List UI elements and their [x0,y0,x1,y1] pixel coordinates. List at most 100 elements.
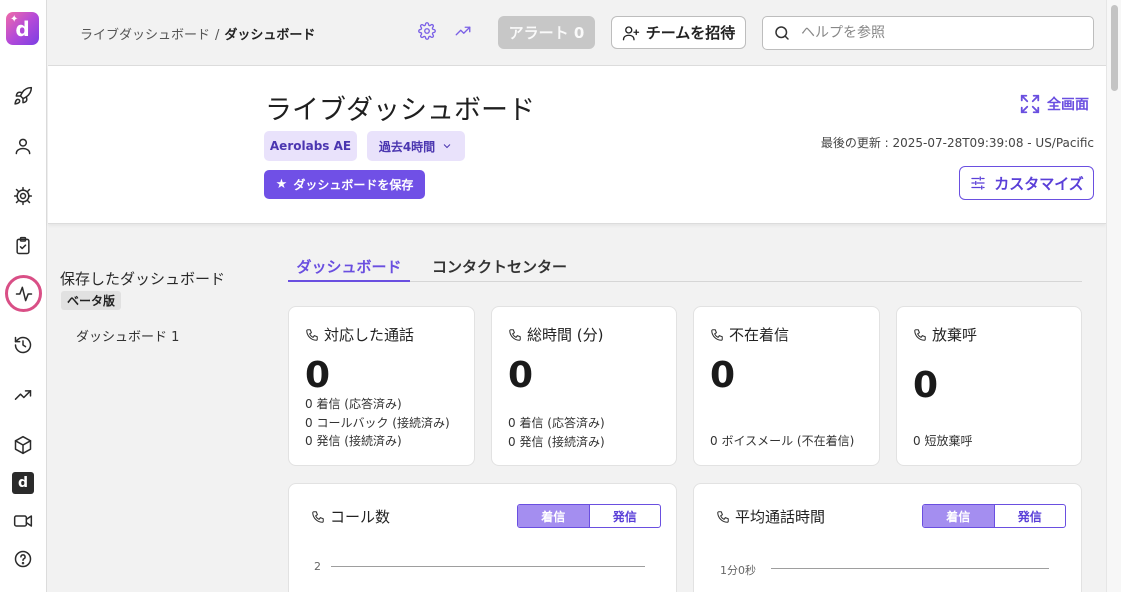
help-search-input[interactable] [801,25,1081,41]
stat-card-title: 放棄呼 [932,326,978,344]
d-app-icon[interactable]: d [12,472,34,494]
breadcrumb-current: ダッシュボード [224,28,316,43]
chart-card-title: コール数 [330,508,391,526]
clipboard-icon[interactable] [11,234,35,258]
stat-card-total-minutes: 総時間 (分) 0 0 着信 (応答済み) 0 発信 (接続済み) [491,306,677,466]
save-dashboard-button[interactable]: ★ ダッシュボードを保存 [264,170,425,199]
gridline [771,568,1049,569]
phone-icon [509,328,521,341]
stat-card-title: 対応した通話 [324,326,415,344]
page-title: ライブダッシュボード [265,95,535,126]
top-bar: ライブダッシュボード / ダッシュボード アラート 0 チームを招待 [48,0,1106,66]
expand-icon [1020,94,1040,114]
gear-icon[interactable] [11,184,35,208]
stat-card-title: 不在着信 [729,326,790,344]
phone-icon [306,328,318,341]
toggle-outbound[interactable]: 発信 [590,505,661,527]
tab-dashboard[interactable]: ダッシュボード [288,256,410,282]
page-scrollbar[interactable] [1106,0,1121,592]
breadcrumb-separator: / [215,28,220,43]
stat-card-header: 対応した通話 [305,324,414,345]
stat-line: 0 着信 (応答済み) [305,397,402,411]
direction-toggle: 着信 発信 [922,504,1066,528]
trend-chart-icon[interactable] [454,22,476,44]
user-plus-icon [622,25,639,40]
stat-line: 0 発信 (接続済み) [305,434,402,448]
beta-badge: ベータ版 [61,291,122,310]
stat-line: 0 着信 (応答済み) [508,416,605,430]
invite-team-label: チームを招待 [645,24,736,42]
customize-label: カスタマイズ [994,174,1084,193]
last-updated: 最後の更新 : 2025-07-28T09:39:08 - US/Pacific [820,136,1094,150]
stat-line: 0 コールバック (接続済み) [305,415,450,430]
chart-card-header: 平均通話時間 [716,506,825,527]
help-icon[interactable] [11,547,35,571]
saved-dashboards-title: 保存したダッシュボード [60,270,226,288]
phone-icon [711,328,723,341]
fullscreen-label: 全画面 [1047,97,1089,113]
invite-team-button[interactable]: チームを招待 [611,16,746,49]
trending-icon[interactable] [11,383,35,407]
rocket-icon[interactable] [11,84,35,108]
stat-card-missed-calls: 不在着信 0 0 ボイスメール (不在着信) [693,306,880,466]
chart-card-call-count: コール数 着信 発信 2 [288,483,677,592]
tab-contact-center[interactable]: コンタクトセンター [432,256,567,282]
toggle-inbound[interactable]: 着信 [518,505,590,527]
stat-card-abandoned-calls: 放棄呼 0 0 短放棄呼 [896,306,1082,466]
stat-line: 0 発信 (接続済み) [508,434,605,449]
direction-toggle: 着信 発信 [517,504,661,528]
stat-line: 0 ボイスメール (不在着信) [710,434,855,448]
stat-card-header: 不在着信 [710,324,789,345]
breadcrumb-parent[interactable]: ライブダッシュボード [80,28,210,43]
stat-card-header: 総時間 (分) [508,324,603,345]
saved-dashboard-item[interactable]: ダッシュボード 1 [76,326,179,345]
chevron-down-icon [443,144,451,149]
dashboard-header: ライブダッシュボード Aerolabs AE 過去4時間 ★ ダッシュボードを保… [48,66,1106,224]
chart-card-avg-duration: 平均通話時間 着信 発信 1分0秒 [693,483,1082,592]
stat-card-title: 総時間 (分) [527,326,604,344]
box-icon[interactable] [11,433,35,457]
customize-button[interactable]: カスタマイズ [959,166,1094,200]
stat-card-value: 0 [508,355,534,396]
sliders-icon [971,176,985,190]
app-logo[interactable]: ✦ d [6,12,39,45]
fullscreen-button[interactable]: 全画面 [1019,92,1089,116]
time-range-label: 過去4時間 [378,139,436,154]
alerts-button[interactable]: アラート 0 [498,16,595,49]
chart-card-title: 平均通話時間 [735,508,826,526]
stat-card-details: 0 短放棄呼 [913,432,972,451]
phone-icon [717,510,729,523]
toggle-inbound[interactable]: 着信 [923,505,995,527]
help-search[interactable] [762,16,1094,50]
user-icon[interactable] [11,134,35,158]
video-icon[interactable] [11,509,35,533]
gridline [331,566,645,567]
left-rail: ✦ d d [0,0,47,592]
search-icon [775,26,789,40]
history-icon[interactable] [11,333,35,357]
stat-card-details: 0 着信 (応答済み) 0 発信 (接続済み) [508,414,605,451]
stat-card-value: 0 [710,355,736,396]
stat-card-header: 放棄呼 [913,324,977,345]
star-icon: ★ [275,177,288,192]
phone-icon [312,510,324,523]
phone-icon [914,328,926,341]
toggle-outbound[interactable]: 発信 [995,505,1066,527]
stat-card-details: 0 着信 (応答済み) 0 コールバック (接続済み) 0 発信 (接続済み) [305,395,450,451]
stat-card-value: 0 [305,355,331,396]
dashboard-tabs: ダッシュボード コンタクトセンター [288,250,1082,282]
settings-gear-icon[interactable] [418,22,440,44]
save-dashboard-label: ダッシュボードを保存 [293,178,414,192]
stat-line: 0 短放棄呼 [913,434,973,448]
breadcrumb: ライブダッシュボード / ダッシュボード [80,24,315,43]
y-tick-label: 2 [314,560,321,573]
chart-card-header: コール数 [311,506,390,527]
stat-card-details: 0 ボイスメール (不在着信) [710,432,854,451]
stat-card-value: 0 [913,365,939,406]
y-tick-label: 1分0秒 [720,564,756,577]
scrollbar-thumb[interactable] [1111,5,1118,91]
activity-icon[interactable] [5,275,42,312]
account-chip[interactable]: Aerolabs AE [264,131,357,161]
time-range-dropdown[interactable]: 過去4時間 [367,131,465,161]
stat-card-handled-calls: 対応した通話 0 0 着信 (応答済み) 0 コールバック (接続済み) 0 発… [288,306,475,466]
